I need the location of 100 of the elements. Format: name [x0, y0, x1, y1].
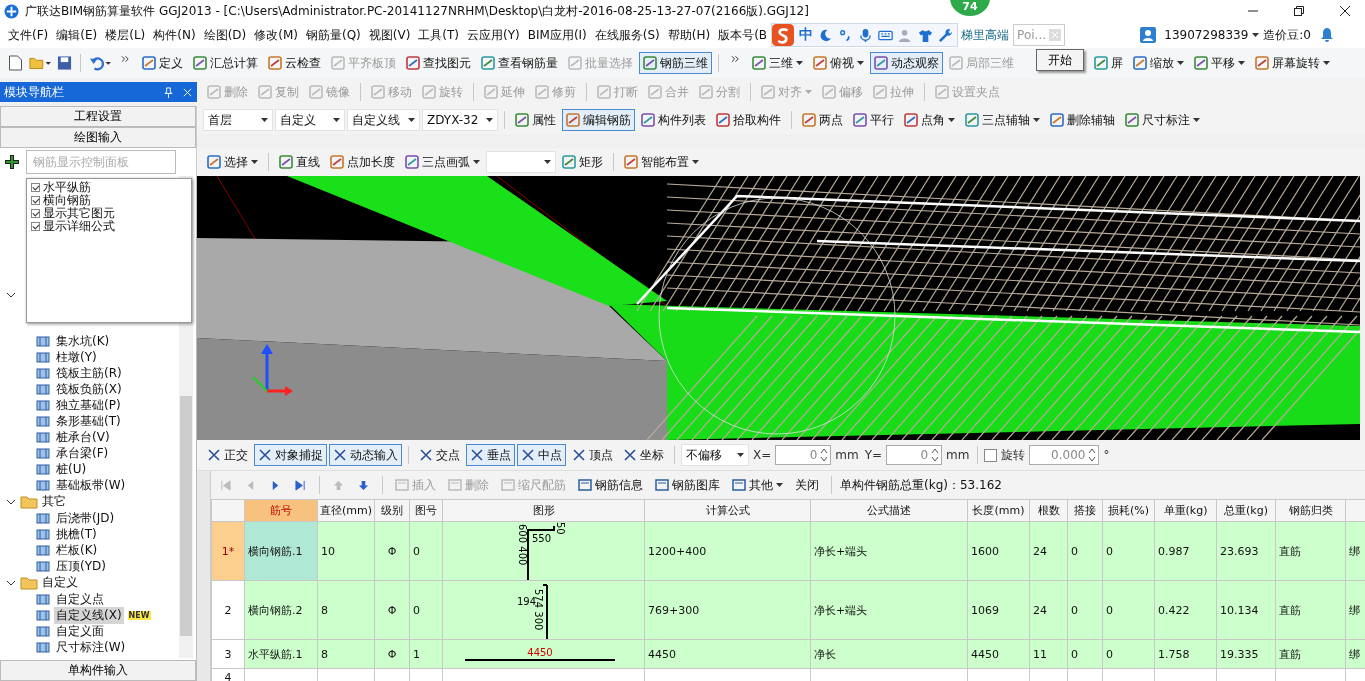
- checkbox-item[interactable]: 显示其它图元: [31, 207, 187, 220]
- tree-item[interactable]: 挑檐(T): [54, 525, 99, 543]
- tree-item[interactable]: 桩承台(V): [54, 428, 112, 446]
- toolbar-button[interactable]: 删除辅轴: [1046, 109, 1120, 131]
- tree-item[interactable]: 集水坑(K): [54, 332, 112, 350]
- checkbox[interactable]: [31, 222, 40, 231]
- snap-toggle-button[interactable]: 垂点: [466, 444, 515, 466]
- column-header[interactable]: 损耗(%): [1102, 499, 1155, 522]
- shirt-icon[interactable]: [918, 27, 934, 43]
- tree-item[interactable]: 栏板(K): [54, 541, 100, 559]
- toolbar-button[interactable]: 点加长度: [326, 151, 399, 173]
- undo-icon[interactable]: [89, 55, 111, 71]
- wrench-icon[interactable]: [938, 27, 954, 43]
- snap-toggle-button[interactable]: 顶点: [568, 444, 617, 466]
- toolbar-button[interactable]: 矩形: [558, 151, 607, 173]
- toolbar-button[interactable]: 智能布置: [620, 151, 703, 173]
- toolbar-button[interactable]: 俯视: [809, 52, 868, 74]
- s-logo-icon[interactable]: [772, 24, 795, 46]
- moon-icon[interactable]: [818, 27, 834, 43]
- column-header[interactable]: 长度(mm): [967, 499, 1030, 522]
- tree-item[interactable]: 后浇带(JD): [54, 509, 117, 527]
- toolbar-button[interactable]: 选择: [203, 151, 262, 173]
- nav-section-button[interactable]: 单构件输入: [0, 660, 196, 681]
- ime-mode-toggle[interactable]: 中: [799, 26, 814, 44]
- dropdown-field[interactable]: [486, 151, 556, 173]
- panel-grip[interactable]: [197, 471, 211, 681]
- tree-item[interactable]: 柱墩(Y): [54, 348, 99, 366]
- column-header[interactable]: 搭接: [1067, 499, 1103, 522]
- toolbar-button[interactable]: 钢筋图库: [651, 474, 724, 496]
- tree-item[interactable]: 自定义线(X): [54, 606, 124, 624]
- checkbox-item[interactable]: 横向钢筋: [31, 194, 187, 207]
- toolbar-button[interactable]: 查找图元: [402, 52, 475, 74]
- nav-section-button[interactable]: 工程设置: [0, 106, 196, 127]
- column-header[interactable]: 图形: [442, 499, 645, 522]
- tree-item[interactable]: 条形基础(T): [54, 412, 123, 430]
- column-header[interactable]: 级别: [374, 499, 410, 522]
- menu-item[interactable]: 文件(F): [4, 26, 53, 44]
- checkbox[interactable]: [31, 209, 40, 218]
- toolbar-button[interactable]: 云检查: [264, 52, 325, 74]
- dropdown-field[interactable]: 自定义: [275, 109, 345, 131]
- toolbar-button[interactable]: 缩放: [1129, 52, 1188, 74]
- snap-toggle-button[interactable]: 坐标: [619, 444, 668, 466]
- menu-item[interactable]: 工具(T): [414, 26, 464, 44]
- menu-item[interactable]: 钢筋量(Q): [301, 26, 365, 44]
- toolbar-button[interactable]: 查看钢筋量: [477, 52, 562, 74]
- toolbar-button[interactable]: 两点: [798, 109, 848, 131]
- toolbar-button[interactable]: 拾取构件: [712, 109, 786, 131]
- microphone-icon[interactable]: [858, 27, 874, 43]
- tree-item[interactable]: 尺寸标注(W): [54, 638, 128, 656]
- menu-item[interactable]: 绘图(D): [199, 26, 251, 44]
- rebar-3d-drawing[interactable]: [197, 176, 1360, 440]
- bell-icon[interactable]: [1319, 27, 1335, 43]
- tree-item[interactable]: 承台梁(F): [54, 444, 111, 462]
- menu-item[interactable]: 视图(V): [364, 26, 415, 44]
- toolbar-button[interactable]: 动态观察: [870, 52, 943, 74]
- dropdown-field[interactable]: ZDYX-32: [422, 109, 499, 131]
- column-header[interactable]: 计算公式: [644, 499, 811, 522]
- checkbox-item[interactable]: 水平纵筋: [31, 181, 187, 194]
- plus-icon[interactable]: [4, 154, 20, 170]
- account-menu[interactable]: 13907298339: [1160, 28, 1253, 42]
- account-icon[interactable]: [1140, 27, 1157, 43]
- menu-item[interactable]: 楼层(L): [101, 26, 150, 44]
- tree-item[interactable]: 压顶(YD): [54, 557, 108, 575]
- menu-item[interactable]: 在线服务(S): [590, 26, 664, 44]
- spinner-arrows-icon[interactable]: [1088, 448, 1097, 462]
- column-header[interactable]: 图号: [409, 499, 443, 522]
- tree-item[interactable]: 独立基础(P): [54, 396, 123, 414]
- toolbar-button[interactable]: 平移: [1190, 52, 1249, 74]
- column-header[interactable]: 钢筋归类: [1275, 499, 1346, 522]
- row-header[interactable]: 3: [211, 639, 245, 669]
- row-header[interactable]: 1*: [211, 521, 245, 581]
- menu-item[interactable]: 编辑(E): [52, 26, 102, 44]
- toolbar-button[interactable]: 编辑钢筋: [562, 109, 636, 131]
- tree-item[interactable]: 筏板负筋(X): [54, 380, 124, 398]
- snap-toggle-button[interactable]: 交点: [415, 444, 464, 466]
- toolbar-button[interactable]: 汇总计算: [189, 52, 262, 74]
- x-coordinate-field[interactable]: 0: [775, 445, 832, 465]
- promo-link[interactable]: 梯里高端: [961, 26, 1010, 44]
- column-header[interactable]: 公式描述: [810, 499, 968, 522]
- tree-item[interactable]: 基础板带(W): [54, 476, 128, 494]
- caret-icon[interactable]: [1252, 33, 1260, 37]
- column-header[interactable]: 直径(mm): [317, 499, 375, 522]
- tree-item[interactable]: 自定义面: [54, 622, 106, 640]
- column-header[interactable]: 根数: [1029, 499, 1068, 522]
- overflow-chevron-icon[interactable]: [731, 55, 740, 63]
- column-header[interactable]: 总重(kg): [1216, 499, 1276, 522]
- toolbar-button[interactable]: 其他: [728, 474, 787, 496]
- toolbar-button[interactable]: 构件列表: [637, 109, 711, 131]
- row-header[interactable]: 2: [211, 580, 245, 640]
- dropdown-field[interactable]: 自定义线: [347, 109, 420, 131]
- open-folder-icon[interactable]: [29, 55, 51, 71]
- checkbox[interactable]: [31, 183, 40, 192]
- snap-toggle-button[interactable]: 对象捕捉: [254, 444, 327, 466]
- tree-folder-label[interactable]: 自定义: [42, 574, 78, 591]
- toolbar-button[interactable]: 屏幕旋转: [1251, 52, 1334, 74]
- toolbar-button[interactable]: 定义: [138, 52, 187, 74]
- offset-dropdown[interactable]: 不偏移: [681, 444, 749, 466]
- snap-toggle-button[interactable]: 中点: [517, 444, 566, 466]
- checkbox[interactable]: [31, 196, 40, 205]
- next-record-icon[interactable]: [270, 479, 281, 491]
